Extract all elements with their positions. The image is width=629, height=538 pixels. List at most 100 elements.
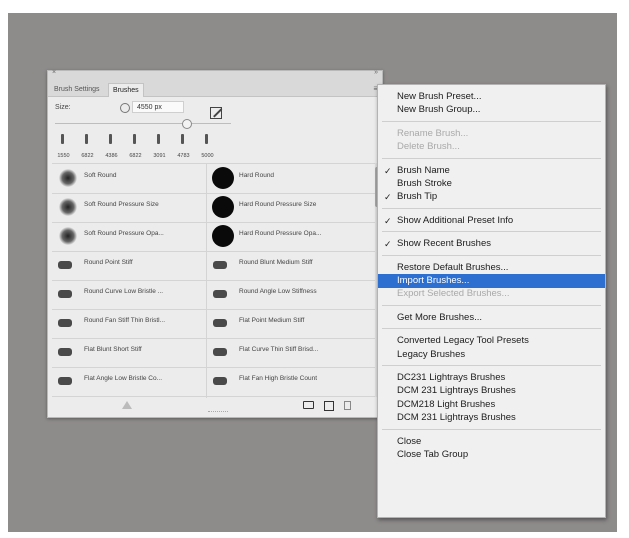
recent-brush[interactable]: 5000	[197, 131, 218, 161]
menu-item[interactable]: Import Brushes...	[378, 274, 605, 288]
menu-item[interactable]: New Brush Preset...	[378, 90, 605, 104]
menu-item[interactable]: ✓ Show Additional Preset Info	[378, 214, 605, 228]
brush-item[interactable]: Hard Round	[207, 164, 379, 194]
brush-name: Flat Point Medium Stiff	[239, 317, 305, 324]
brush-name: Hard Round	[239, 172, 275, 179]
menu-item-label: Rename Brush...	[397, 127, 469, 139]
brush-item[interactable]: Round Fan Stiff Thin Bristl...	[52, 309, 206, 339]
menu-item[interactable]: Legacy Brushes	[378, 348, 605, 362]
checkmark-icon: ✓	[384, 165, 392, 176]
menu-item[interactable]: Close	[378, 435, 605, 449]
menu-item[interactable]: ✓ Brush Name	[378, 164, 605, 178]
size-input[interactable]: 4550 px	[132, 101, 184, 113]
brush-thumbnail-icon	[58, 348, 72, 356]
checkmark-icon: ✓	[384, 239, 392, 250]
recent-brush[interactable]: 6822	[125, 131, 146, 161]
brush-item[interactable]: Flat Point Medium Stiff	[207, 309, 379, 339]
recent-brush[interactable]: 1550	[53, 131, 74, 161]
recent-brush[interactable]: 4783	[173, 131, 194, 161]
recent-brush-size: 4783	[177, 153, 190, 159]
menu-item[interactable]: ✓ Brush Tip	[378, 190, 605, 204]
brush-thumbnail-icon	[213, 261, 227, 269]
menu-item[interactable]: Delete Brush...	[378, 140, 605, 154]
menu-item[interactable]: Brush Stroke	[378, 177, 605, 191]
tab-brush-settings[interactable]: Brush Settings	[50, 83, 104, 96]
brush-name: Round Blunt Medium Stiff	[239, 259, 313, 266]
menu-item[interactable]: Rename Brush...	[378, 127, 605, 141]
brush-tip-icon	[133, 134, 136, 144]
menu-separator	[382, 304, 601, 306]
brush-thumbnail-icon	[59, 227, 77, 245]
recent-brush[interactable]: 3091	[149, 131, 170, 161]
brush-item[interactable]: Round Angle Low Stiffness	[207, 280, 379, 310]
brush-tip-icon	[61, 134, 64, 144]
brush-item[interactable]: Soft Round	[52, 164, 206, 194]
menu-separator	[382, 428, 601, 430]
brush-thumbnail-icon	[58, 319, 72, 327]
menu-item[interactable]: Restore Default Brushes...	[378, 261, 605, 275]
mountain-icon[interactable]	[122, 401, 132, 409]
recent-brush-size: 4386	[105, 153, 118, 159]
menu-item-label: Legacy Brushes	[397, 348, 466, 360]
recent-brush-size: 1550	[57, 153, 70, 159]
menu-item[interactable]: New Brush Group...	[378, 103, 605, 117]
brush-tip-icon	[157, 134, 160, 144]
close-icon[interactable]: ×	[52, 69, 56, 76]
brush-name: Flat Fan High Bristle Count	[239, 375, 318, 382]
menu-item[interactable]: DCM 231 Lightrays Brushes	[378, 411, 605, 425]
brush-name: Round Angle Low Stiffness	[239, 288, 317, 295]
menu-item-label: Converted Legacy Tool Presets	[397, 335, 529, 347]
checkmark-icon: ✓	[384, 215, 392, 226]
brush-name: Flat Blunt Short Stiff	[84, 346, 142, 353]
menu-item-label: Brush Tip	[397, 191, 438, 203]
menu-item[interactable]: Get More Brushes...	[378, 311, 605, 325]
size-label: Size:	[55, 104, 71, 111]
brush-item[interactable]: Round Curve Low Bristle ...	[52, 280, 206, 310]
brush-item[interactable]: Soft Round Pressure Size	[52, 193, 206, 223]
brush-settings-icon[interactable]	[210, 107, 222, 119]
brush-item[interactable]: Flat Fan High Bristle Count	[207, 367, 379, 397]
angle-dial-icon[interactable]	[120, 103, 130, 113]
brush-item[interactable]: Flat Angle Low Bristle Co...	[52, 367, 206, 397]
brush-name: Soft Round Pressure Opa...	[84, 230, 164, 237]
resize-grip[interactable]	[208, 411, 228, 414]
brush-item[interactable]: Flat Curve Thin Stiff Brisd...	[207, 338, 379, 368]
brush-item[interactable]: Soft Round Pressure Opa...	[52, 222, 206, 252]
menu-item-label: New Brush Group...	[397, 104, 481, 116]
brush-thumbnail-icon	[58, 290, 72, 298]
brush-item[interactable]: Hard Round Pressure Opa...	[207, 222, 379, 252]
brush-item[interactable]: Round Point Stiff	[52, 251, 206, 281]
recent-brush-size: 5000	[201, 153, 214, 159]
recent-brush[interactable]: 4386	[101, 131, 122, 161]
new-brush-icon[interactable]	[324, 401, 334, 411]
menu-item-label: DC231 Lightrays Brushes	[397, 372, 506, 383]
menu-item[interactable]: DC231 Lightrays Brushes	[378, 371, 605, 385]
brush-name: Soft Round	[84, 172, 117, 179]
trash-icon[interactable]	[344, 401, 351, 410]
brushes-flyout-menu: New Brush Preset... New Brush Group... Ren…	[377, 84, 606, 518]
menu-item[interactable]: DCM 231 Lightrays Brushes	[378, 384, 605, 398]
menu-item[interactable]: DCM218 Light Brushes	[378, 398, 605, 412]
brush-grid: Soft Round Soft Round Pressure Size Soft R…	[52, 163, 379, 398]
brush-name: Flat Angle Low Bristle Co...	[84, 375, 163, 382]
size-slider-track[interactable]	[55, 123, 231, 124]
brush-name: Round Curve Low Bristle ...	[84, 288, 164, 295]
size-slider-knob[interactable]	[182, 119, 192, 129]
brush-item[interactable]: Hard Round Pressure Size	[207, 193, 379, 223]
brush-item[interactable]: Flat Blunt Short Stiff	[52, 338, 206, 368]
collapse-icon[interactable]: »	[374, 69, 378, 76]
brush-tip-icon	[181, 134, 184, 144]
brush-thumbnail-icon	[213, 348, 227, 356]
menu-item[interactable]: Export Selected Brushes...	[378, 287, 605, 301]
tab-brushes[interactable]: Brushes	[108, 83, 144, 97]
menu-separator	[382, 231, 601, 233]
menu-item[interactable]: Close Tab Group	[378, 448, 605, 462]
recent-brush[interactable]: 6822	[77, 131, 98, 161]
folder-icon[interactable]	[303, 401, 314, 409]
recent-brushes: 1550 6822 4386 6822 3091 4783 5000	[53, 131, 225, 161]
panel-tabs: Brush Settings Brushes ≡	[48, 81, 382, 97]
brush-item[interactable]: Round Blunt Medium Stiff	[207, 251, 379, 281]
brush-tip-icon	[205, 134, 208, 144]
menu-item[interactable]: Converted Legacy Tool Presets	[378, 334, 605, 348]
menu-item[interactable]: ✓ Show Recent Brushes	[378, 237, 605, 251]
